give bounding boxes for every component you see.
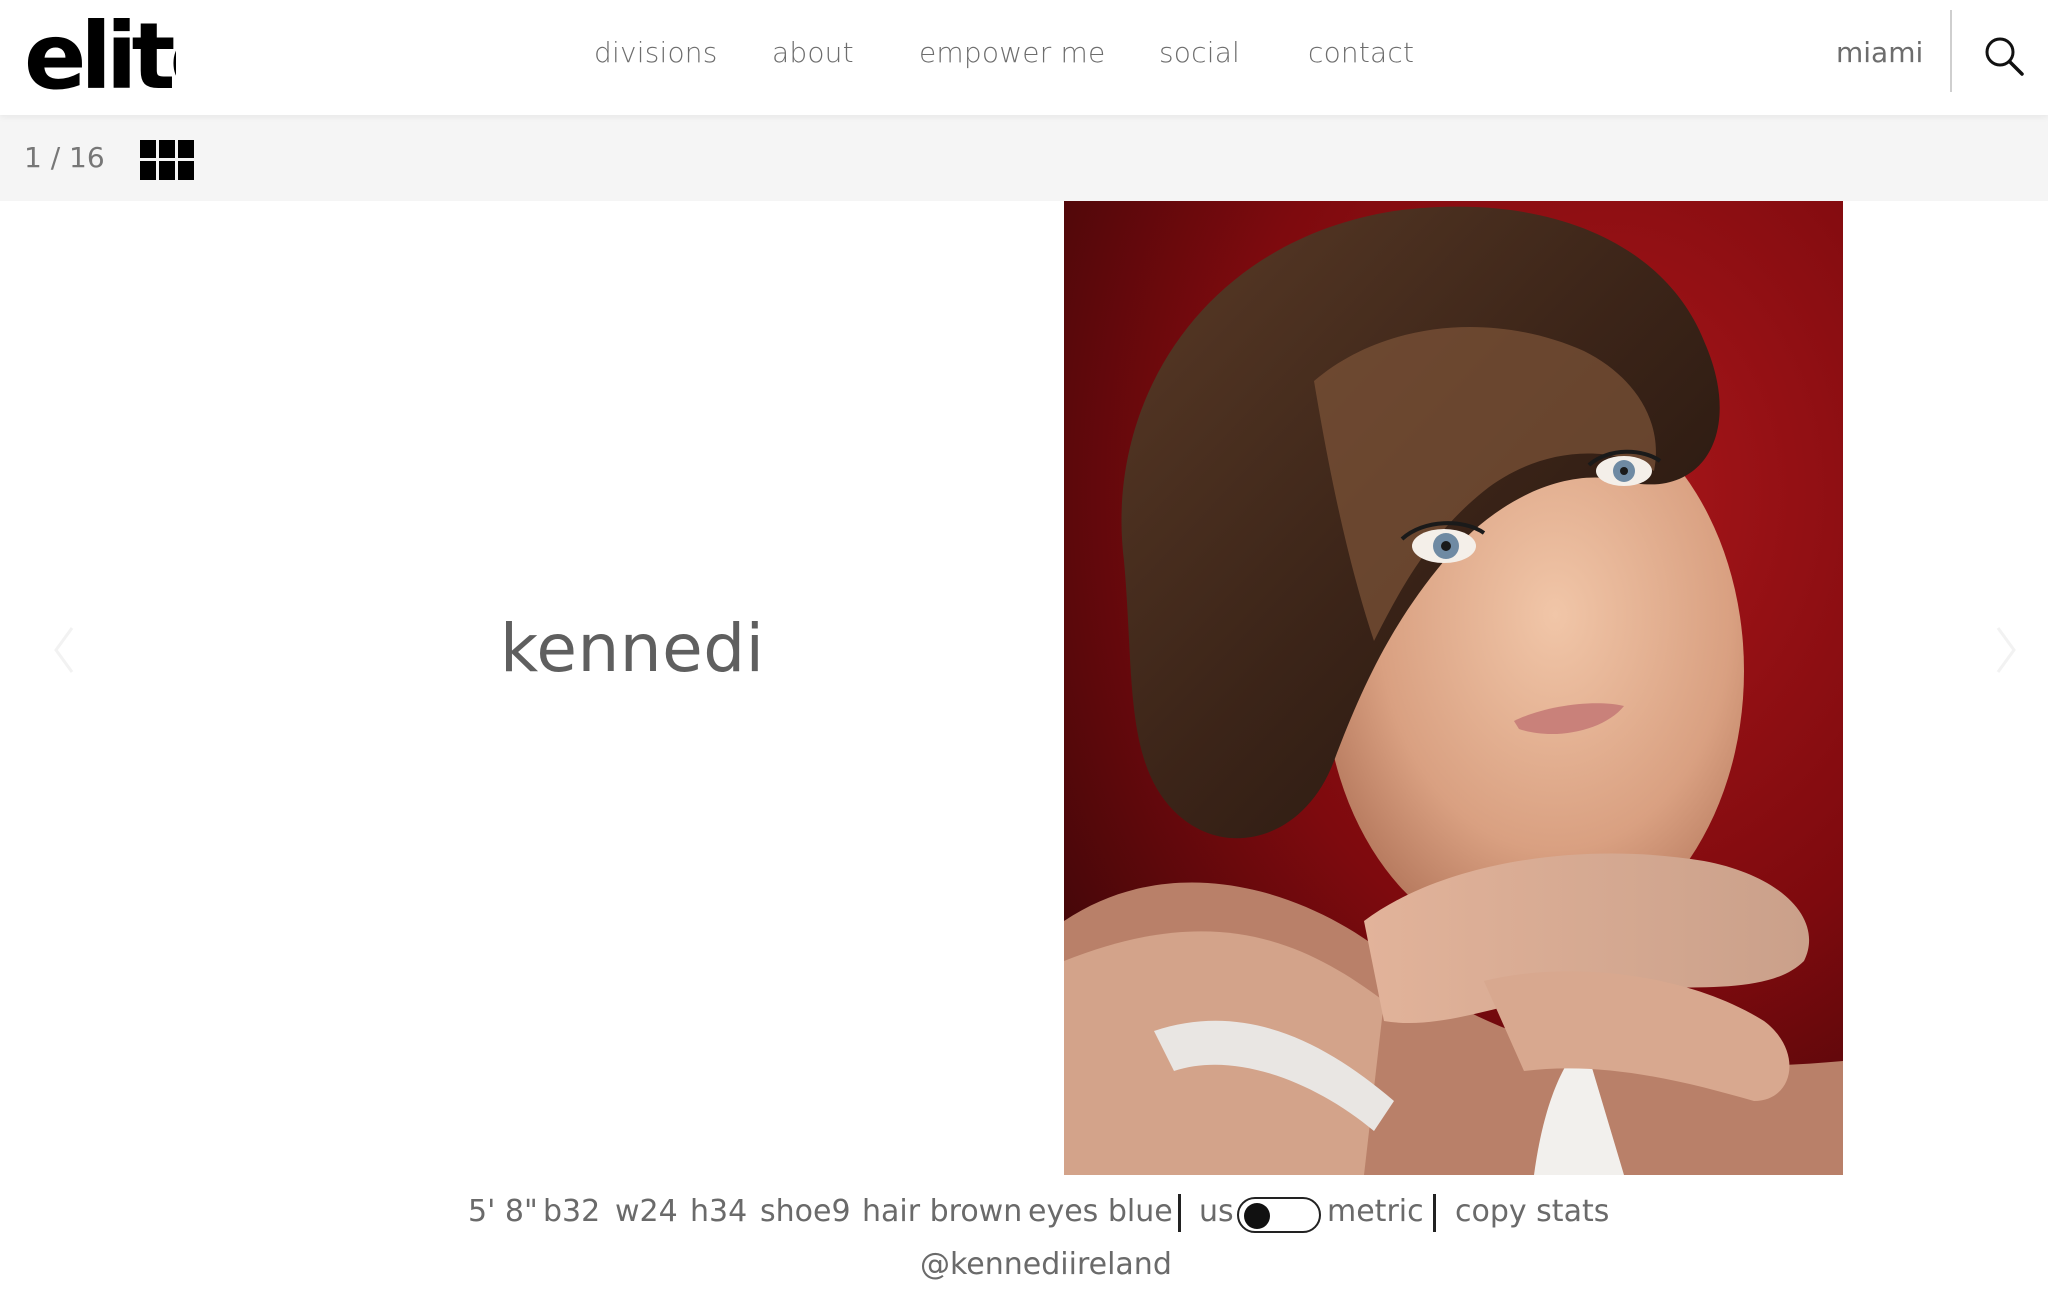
stats-divider	[1178, 1194, 1181, 1232]
unit-us-label[interactable]: us	[1199, 1194, 1234, 1229]
portrait-illustration	[1064, 201, 1843, 1175]
instagram-handle-link[interactable]: @kennediireland	[920, 1247, 1172, 1282]
stat-height: 5' 8"	[468, 1194, 538, 1229]
unit-toggle-switch[interactable]	[1237, 1197, 1321, 1233]
main-nav: divisions about empower me social contac…	[0, 0, 2048, 115]
toggle-knob	[1244, 1203, 1270, 1229]
gallery-toolbar: 1 / 16	[0, 115, 2048, 201]
stat-hips: h34	[690, 1194, 748, 1229]
grid-view-icon[interactable]	[140, 140, 194, 180]
model-portrait-photo[interactable]	[1064, 201, 1843, 1175]
next-arrow-icon[interactable]	[1990, 620, 2020, 680]
copy-stats-button[interactable]: copy stats	[1455, 1194, 1609, 1229]
nav-divisions[interactable]: divisions	[594, 36, 718, 69]
model-stats: 5' 8" b32 w24 h34 shoe9 hair brown eyes …	[0, 1190, 2048, 1240]
model-name: kennedi	[500, 610, 765, 687]
previous-arrow-icon[interactable]	[50, 620, 80, 680]
site-header: elite divisions about empower me social …	[0, 0, 2048, 115]
city-selector[interactable]: miami	[1836, 36, 1923, 69]
unit-metric-label[interactable]: metric	[1327, 1194, 1424, 1229]
stats-divider	[1433, 1194, 1436, 1232]
stat-eyes: eyes blue	[1028, 1194, 1173, 1229]
nav-about[interactable]: about	[772, 36, 854, 69]
stat-hair: hair brown	[862, 1194, 1023, 1229]
header-divider	[1950, 10, 1952, 92]
image-counter: 1 / 16	[24, 141, 105, 174]
stat-bust: b32	[543, 1194, 601, 1229]
stat-shoe: shoe9	[760, 1194, 851, 1229]
nav-empower-me[interactable]: empower me	[919, 36, 1105, 69]
stat-waist: w24	[615, 1194, 678, 1229]
nav-social[interactable]: social	[1159, 36, 1240, 69]
search-icon[interactable]	[1982, 34, 2026, 78]
nav-contact[interactable]: contact	[1308, 36, 1414, 69]
